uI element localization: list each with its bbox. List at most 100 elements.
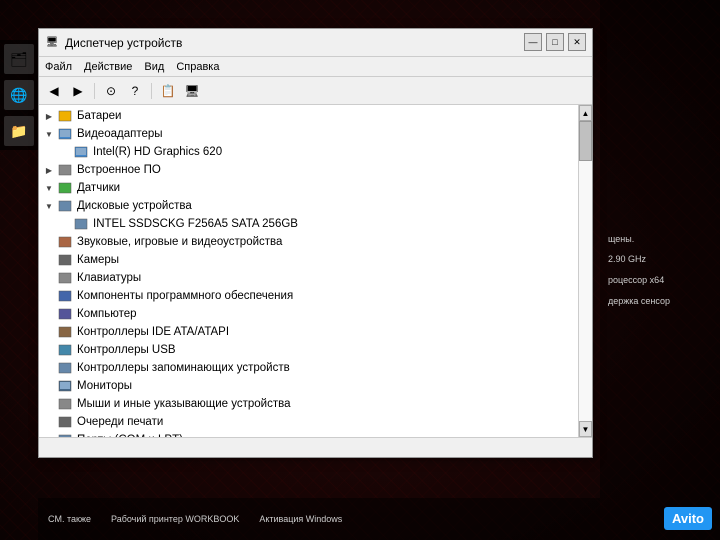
tree-item-disks[interactable]: ▼ Дисковые устройства	[39, 197, 578, 215]
item-label-mice: Мыши и иные указывающие устройства	[77, 398, 291, 410]
tree-item-sensors[interactable]: ▼ Датчики	[39, 179, 578, 197]
side-text-4: держка сенсор	[608, 295, 712, 308]
menu-view[interactable]: Вид	[144, 61, 164, 73]
item-icon-monitors	[57, 379, 73, 393]
menu-bar: Файл Действие Вид Справка	[39, 57, 592, 77]
tree-item-monitors[interactable]: Мониторы	[39, 377, 578, 395]
item-icon-keyboards	[57, 271, 73, 285]
item-label-computer: Компьютер	[77, 308, 137, 320]
window-title: Диспетчер устройств	[65, 36, 586, 50]
scroll-thumb[interactable]	[579, 121, 592, 161]
tree-item-storage[interactable]: Контроллеры запоминающих устройств	[39, 359, 578, 377]
tree-item-display[interactable]: ▼ Видеоадаптеры	[39, 125, 578, 143]
item-icon-sound	[57, 235, 73, 249]
window-controls: — □ ✕	[524, 33, 586, 51]
content-area: ▶ Батареи ▼ Видеоадаптеры Intel(R) HD Graphi…	[39, 105, 592, 437]
tree-item-software[interactable]: Компоненты программного обеспечения	[39, 287, 578, 305]
item-label-firmware: Встроенное ПО	[77, 164, 161, 176]
item-label-cameras: Камеры	[77, 254, 119, 266]
close-button[interactable]: ✕	[568, 33, 586, 51]
device-list-button[interactable]: 📋	[157, 80, 179, 102]
tree-item-ide[interactable]: Контроллеры IDE ATA/ATAPI	[39, 323, 578, 341]
taskbar-icon-3[interactable]: 📁	[4, 116, 34, 146]
tree-item-batteries[interactable]: ▶ Батареи	[39, 107, 578, 125]
computer-button[interactable]: 🖥	[181, 80, 203, 102]
expand-arrow-batteries[interactable]: ▶	[43, 110, 55, 122]
item-icon-software	[57, 289, 73, 303]
side-text-3: роцессор x64	[608, 274, 712, 287]
item-label-graphics620: Intel(R) HD Graphics 620	[93, 146, 222, 158]
item-icon-disks	[57, 199, 73, 213]
tree-item-keyboards[interactable]: Клавиатуры	[39, 269, 578, 287]
bottom-activation-text: Активация Windows	[259, 514, 342, 524]
bottom-bar: CM. также Рабочий принтер WORKBOOK Актив…	[38, 498, 600, 540]
device-manager-window: 🖥 Диспетчер устройств — □ ✕ Файл Действи…	[38, 28, 593, 458]
item-icon-ide	[57, 325, 73, 339]
taskbar-left: 🗂 🌐 📁	[0, 40, 38, 150]
side-text-2: 2.90 GHz	[608, 253, 712, 266]
back-button[interactable]: ◀	[43, 80, 65, 102]
item-label-sensors: Датчики	[77, 182, 120, 194]
item-label-ide: Контроллеры IDE ATA/ATAPI	[77, 326, 229, 338]
item-icon-storage	[57, 361, 73, 375]
side-text-1: щены.	[608, 233, 712, 246]
tree-item-ssd[interactable]: INTEL SSDSCKG F256A5 SATA 256GB	[39, 215, 578, 233]
toolbar-separator-2	[151, 83, 152, 99]
item-label-print_queues: Очереди печати	[77, 416, 163, 428]
tree-item-computer[interactable]: Компьютер	[39, 305, 578, 323]
scroll-down-button[interactable]: ▼	[579, 421, 592, 437]
item-icon-firmware	[57, 163, 73, 177]
help-button[interactable]: ?	[124, 80, 146, 102]
expand-arrow-sensors[interactable]: ▼	[43, 182, 55, 194]
taskbar-icon-1[interactable]: 🗂	[4, 44, 34, 74]
item-icon-print_queues	[57, 415, 73, 429]
status-bar	[39, 437, 592, 457]
item-icon-cameras	[57, 253, 73, 267]
menu-help[interactable]: Справка	[176, 61, 219, 73]
forward-button[interactable]: ▶	[67, 80, 89, 102]
item-icon-sensors	[57, 181, 73, 195]
item-label-sound: Звуковые, игровые и видеоустройства	[77, 236, 282, 248]
menu-file[interactable]: Файл	[45, 61, 72, 73]
expand-arrow-disks[interactable]: ▼	[43, 200, 55, 212]
maximize-button[interactable]: □	[546, 33, 564, 51]
toolbar-separator-1	[94, 83, 95, 99]
device-tree[interactable]: ▶ Батареи ▼ Видеоадаптеры Intel(R) HD Graphi…	[39, 105, 578, 437]
item-icon-display	[57, 127, 73, 141]
tree-item-print_queues[interactable]: Очереди печати	[39, 413, 578, 431]
item-icon-computer	[57, 307, 73, 321]
tree-item-graphics620[interactable]: Intel(R) HD Graphics 620	[39, 143, 578, 161]
minimize-button[interactable]: —	[524, 33, 542, 51]
item-label-monitors: Мониторы	[77, 380, 132, 392]
scroll-track[interactable]	[579, 121, 592, 421]
item-icon-graphics620	[73, 145, 89, 159]
expand-arrow-display[interactable]: ▼	[43, 128, 55, 140]
item-label-ssd: INTEL SSDSCKG F256A5 SATA 256GB	[93, 218, 298, 230]
item-label-keyboards: Клавиатуры	[77, 272, 141, 284]
item-label-storage: Контроллеры запоминающих устройств	[77, 362, 290, 374]
expand-arrow-firmware[interactable]: ▶	[43, 164, 55, 176]
scroll-up-button[interactable]: ▲	[579, 105, 592, 121]
item-icon-mice	[57, 397, 73, 411]
taskbar-icon-2[interactable]: 🌐	[4, 80, 34, 110]
properties-button[interactable]: ⊙	[100, 80, 122, 102]
menu-action[interactable]: Действие	[84, 61, 132, 73]
tree-item-firmware[interactable]: ▶ Встроенное ПО	[39, 161, 578, 179]
bottom-left-text: CM. также	[48, 514, 91, 524]
item-label-batteries: Батареи	[77, 110, 121, 122]
item-icon-usb	[57, 343, 73, 357]
item-icon-ssd	[73, 217, 89, 231]
scrollbar[interactable]: ▲ ▼	[578, 105, 592, 437]
tree-item-mice[interactable]: Мыши и иные указывающие устройства	[39, 395, 578, 413]
tree-item-cameras[interactable]: Камеры	[39, 251, 578, 269]
item-label-disks: Дисковые устройства	[77, 200, 192, 212]
item-label-software: Компоненты программного обеспечения	[77, 290, 293, 302]
item-label-display: Видеоадаптеры	[77, 128, 163, 140]
title-bar: 🖥 Диспетчер устройств — □ ✕	[39, 29, 592, 57]
tree-item-sound[interactable]: Звуковые, игровые и видеоустройства	[39, 233, 578, 251]
tree-item-usb[interactable]: Контроллеры USB	[39, 341, 578, 359]
toolbar: ◀ ▶ ⊙ ? 📋 🖥	[39, 77, 592, 105]
window-icon: 🖥	[45, 36, 59, 50]
item-label-usb: Контроллеры USB	[77, 344, 176, 356]
avito-badge: Avito	[664, 507, 712, 530]
